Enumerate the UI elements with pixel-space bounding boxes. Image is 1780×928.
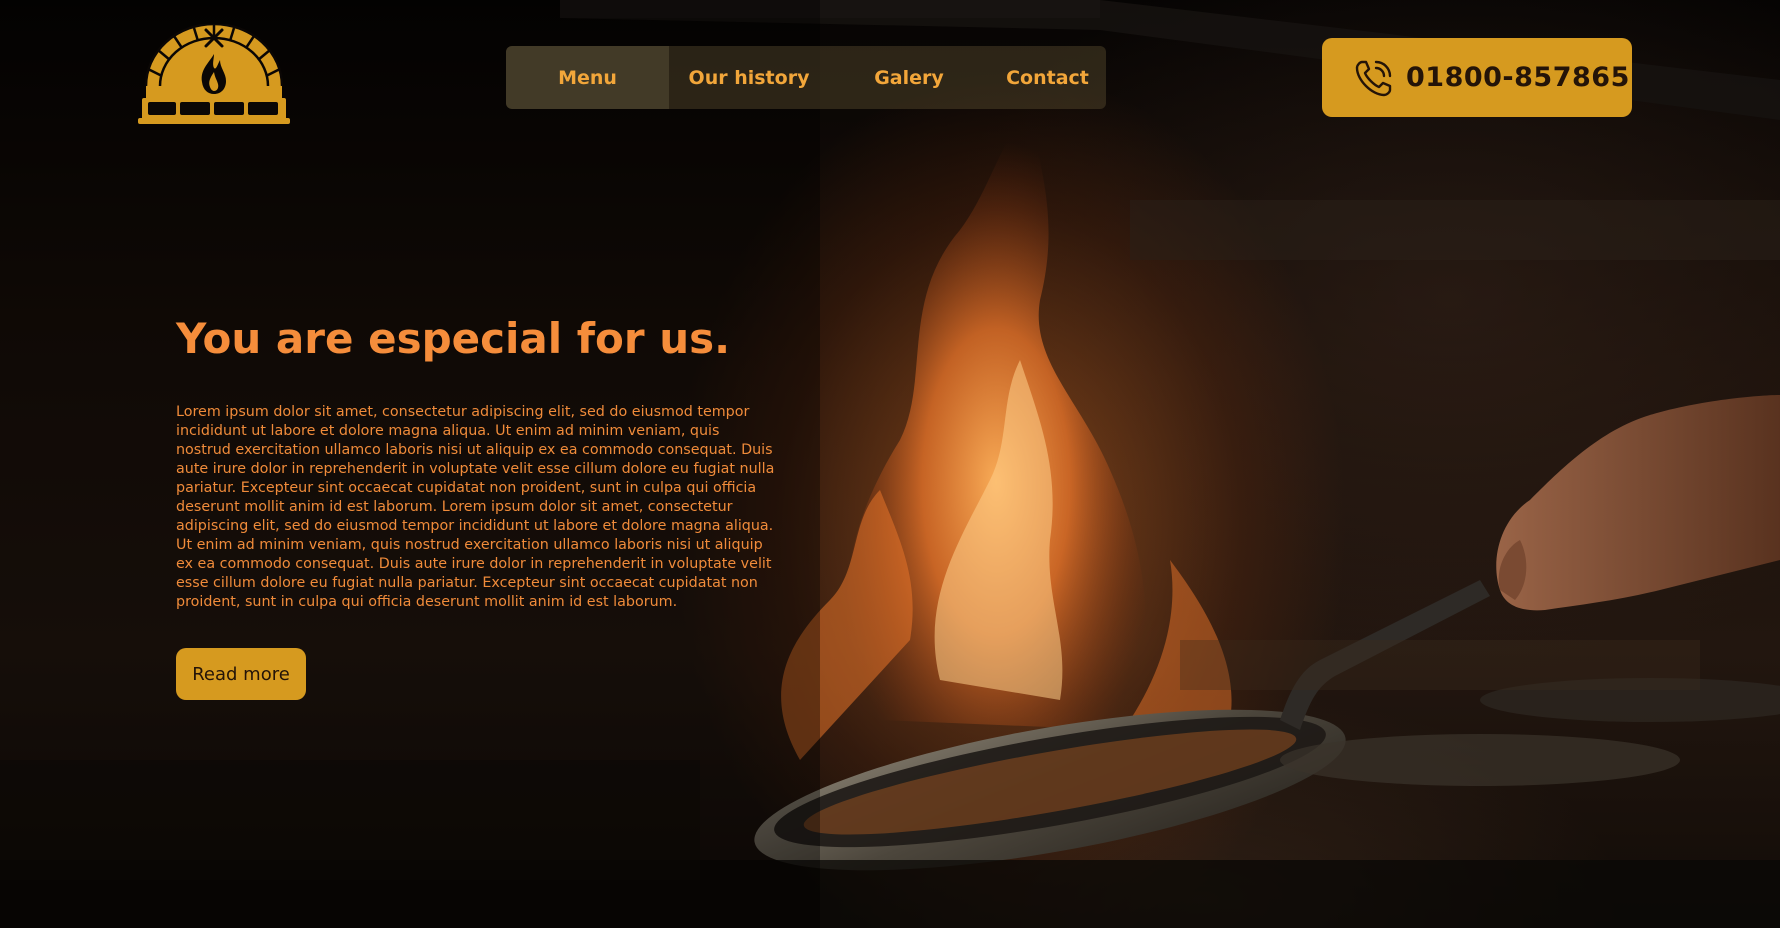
nav-item-label: Our history xyxy=(688,66,810,89)
nav-item-label: Galery xyxy=(874,66,944,89)
nav-item-galery[interactable]: Galery xyxy=(829,46,989,109)
read-more-button[interactable]: Read more xyxy=(176,648,306,700)
nav-item-our-history[interactable]: Our history xyxy=(669,46,829,109)
phone-number: 01800-857865 xyxy=(1406,62,1630,93)
nav-item-label: Contact xyxy=(1006,66,1089,89)
hero-body-text: Lorem ipsum dolor sit amet, consectetur … xyxy=(176,404,775,610)
nav-item-contact[interactable]: Contact xyxy=(989,46,1106,109)
hero-headline: You are especial for us. xyxy=(176,314,731,363)
brand-logo[interactable] xyxy=(138,22,290,124)
pizza-oven-icon xyxy=(138,22,290,124)
nav-item-menu[interactable]: Menu xyxy=(506,46,669,109)
nav-item-label: Menu xyxy=(558,66,617,89)
phone-call-button[interactable]: 01800-857865 xyxy=(1322,38,1632,117)
phone-icon xyxy=(1355,60,1392,96)
main-nav: Menu Our history Galery Contact xyxy=(506,46,1106,109)
